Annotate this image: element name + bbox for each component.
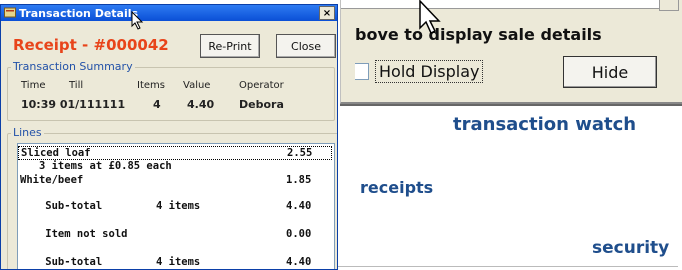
receipt-number: Receipt - #000042: [13, 36, 169, 54]
line-amount: 4.40: [286, 256, 312, 268]
line-item-count: 4 items: [156, 256, 201, 268]
headline-receipts: receipts: [360, 178, 434, 197]
summary-value: 4.40: [187, 98, 215, 111]
list-item[interactable]: Sliced loaf 2.55: [18, 146, 332, 160]
checkbox-box[interactable]: [355, 63, 369, 80]
lines-title: Lines: [11, 126, 44, 139]
line-description: Sub-total: [20, 256, 103, 268]
summary-items: 4: [153, 98, 161, 111]
line-item-count: 4 items: [156, 200, 201, 212]
mouse-cursor-icon: [419, 0, 441, 35]
transaction-summary-group: [7, 67, 335, 121]
line-description: Sub-total: [20, 200, 103, 212]
reprint-button[interactable]: Re-Print: [200, 34, 260, 58]
close-icon[interactable]: ×: [319, 6, 335, 20]
summary-time-till: 10:39 01/111111: [21, 98, 126, 111]
line-description: 3 items at £0.85 each: [20, 160, 172, 172]
line-description: White/beef: [20, 174, 84, 186]
line-amount: 2.55: [287, 147, 313, 159]
line-description: Item not sold: [20, 228, 128, 240]
background-window: bove to display sale details Hold Displa…: [340, 0, 682, 104]
sale-input-field[interactable]: [341, 0, 672, 9]
lines-list[interactable]: Sliced loaf 2.55 3 items at £0.85 each W…: [17, 143, 335, 269]
headline-security: security: [592, 238, 670, 258]
dialog-titlebar[interactable]: Transaction Details ×: [1, 5, 337, 21]
line-amount: 4.40: [286, 200, 312, 212]
dialog-title: Transaction Details: [19, 6, 139, 20]
list-item[interactable]: Sub-total 4 items 4.40: [18, 200, 334, 214]
line-amount: 0.00: [286, 228, 312, 240]
scroll-button[interactable]: [659, 0, 679, 11]
line-amount: 1.85: [286, 174, 312, 186]
transaction-summary-title: Transaction Summary: [11, 60, 135, 73]
summary-header-items: Items: [137, 80, 165, 91]
app-icon: [4, 7, 16, 18]
display-instruction-text: bove to display sale details: [355, 25, 602, 44]
hide-button[interactable]: Hide: [563, 56, 657, 88]
transaction-details-dialog: Transaction Details × Receipt - #000042 …: [0, 4, 338, 270]
summary-operator: Debora: [239, 98, 284, 111]
list-item[interactable]: Item not sold 0.00: [18, 228, 334, 242]
summary-header-till: Till: [69, 80, 84, 91]
mouse-cursor-icon: [131, 11, 144, 30]
summary-header-operator: Operator: [239, 80, 284, 91]
list-item[interactable]: White/beef 1.85: [18, 174, 334, 188]
list-item[interactable]: 3 items at £0.85 each: [18, 160, 334, 174]
line-description: Sliced loaf: [21, 147, 91, 159]
summary-header-time: Time: [21, 80, 46, 91]
summary-header-value: Value: [183, 80, 211, 91]
list-item[interactable]: Sub-total 4 items 4.40: [18, 256, 334, 269]
hold-display-label: Hold Display: [375, 60, 484, 83]
hold-display-checkbox[interactable]: Hold Display: [355, 60, 484, 83]
close-button[interactable]: Close: [276, 34, 336, 58]
headline-transaction-watch: transaction watch: [453, 114, 637, 135]
